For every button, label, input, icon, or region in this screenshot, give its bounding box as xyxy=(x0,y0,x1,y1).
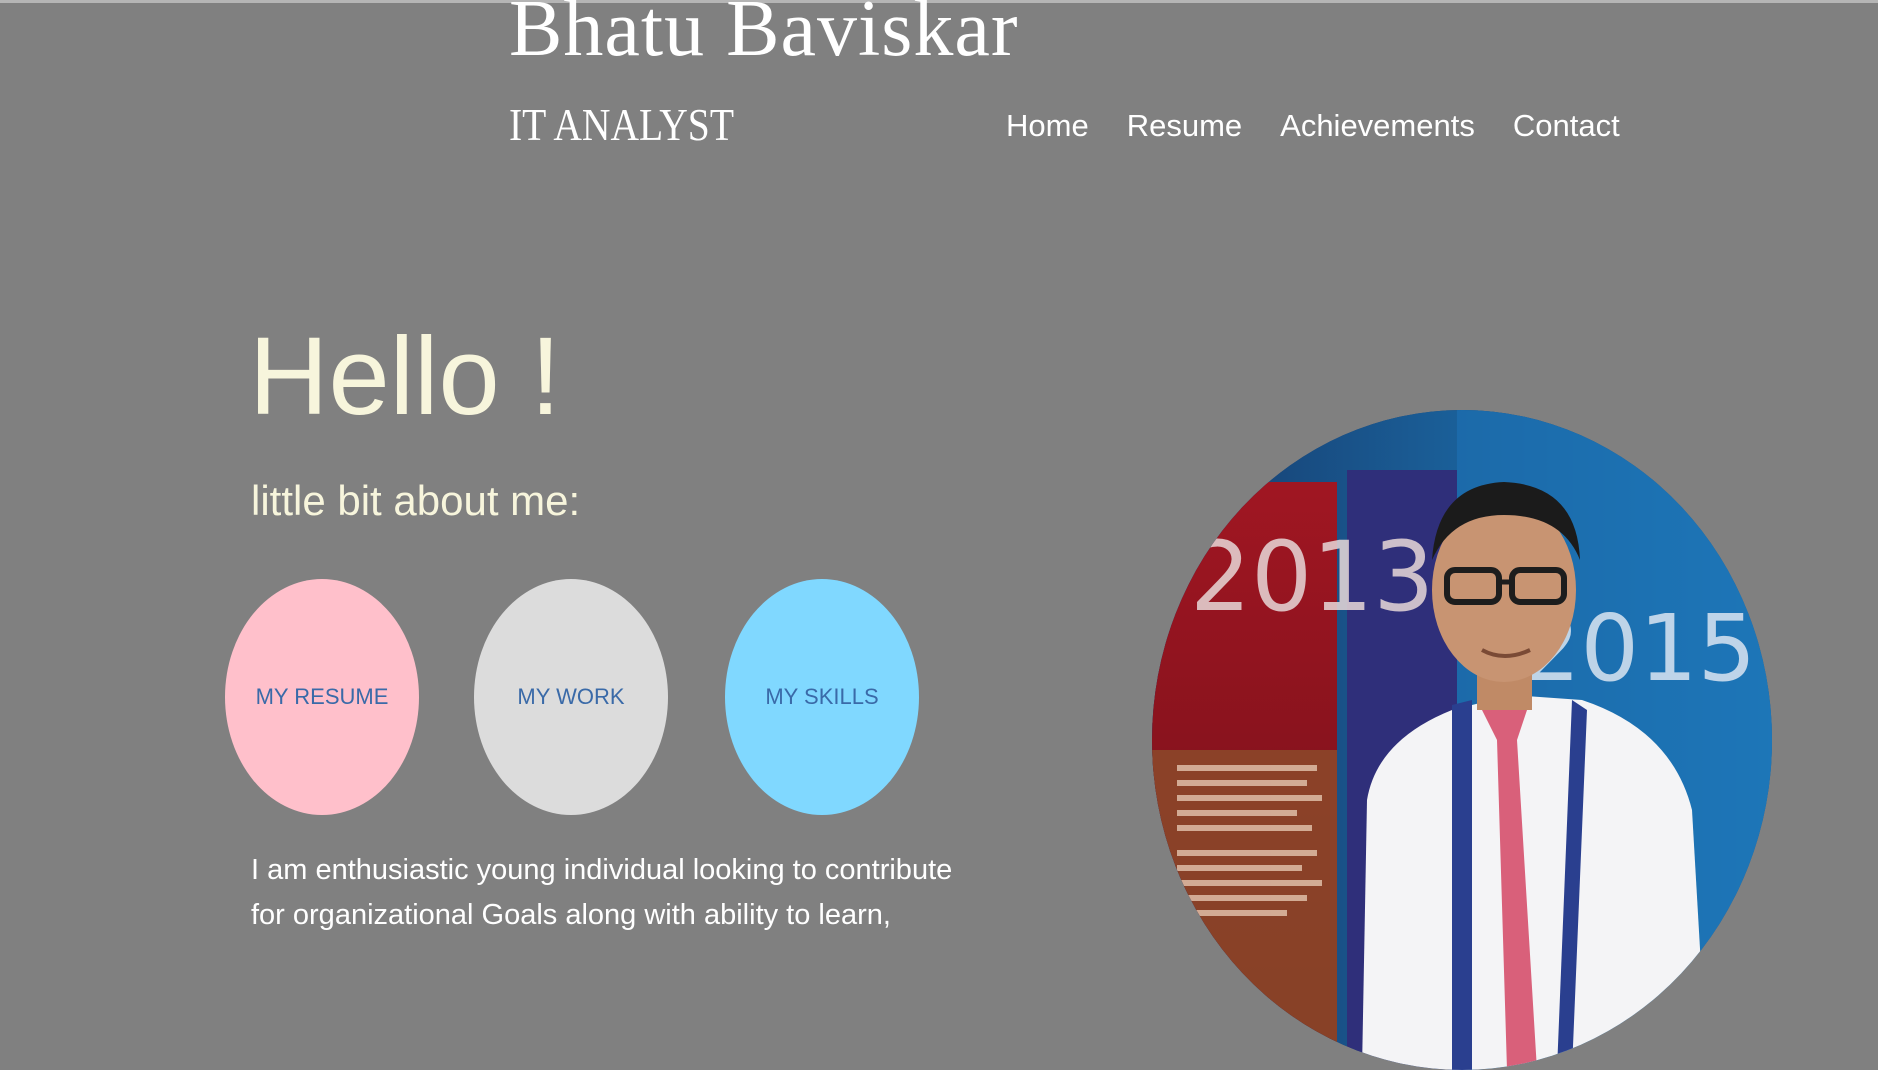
my-resume-label: MY RESUME xyxy=(255,684,389,709)
site-name: Bhatu Baviskar xyxy=(509,0,1019,73)
nav-resume-link[interactable]: Resume xyxy=(1127,108,1242,144)
my-skills-label: MY SKILLS xyxy=(765,684,879,709)
profile-photo: 2013 2015 xyxy=(1152,410,1772,1070)
nav-home-link[interactable]: Home xyxy=(1006,108,1089,144)
nav-achievements-link[interactable]: Achievements xyxy=(1280,108,1475,144)
greeting-heading: Hello ! xyxy=(249,315,561,438)
banner-year-left: 2013 xyxy=(1190,521,1434,633)
my-work-label: MY WORK xyxy=(517,684,625,709)
my-resume-button[interactable]: MY RESUME xyxy=(225,579,419,815)
my-work-button[interactable]: MY WORK xyxy=(474,579,668,815)
about-subheading: little bit about me: xyxy=(251,477,581,524)
bio-paragraph: I am enthusiastic young individual looki… xyxy=(251,854,953,931)
profile-photo-illustration: 2013 2015 xyxy=(1152,410,1772,1070)
site-role: IT ANALYST xyxy=(509,99,734,150)
nav-contact-link[interactable]: Contact xyxy=(1513,108,1620,144)
main-nav: Home Resume Achievements Contact xyxy=(1006,108,1658,144)
my-skills-button[interactable]: MY SKILLS xyxy=(725,579,919,815)
